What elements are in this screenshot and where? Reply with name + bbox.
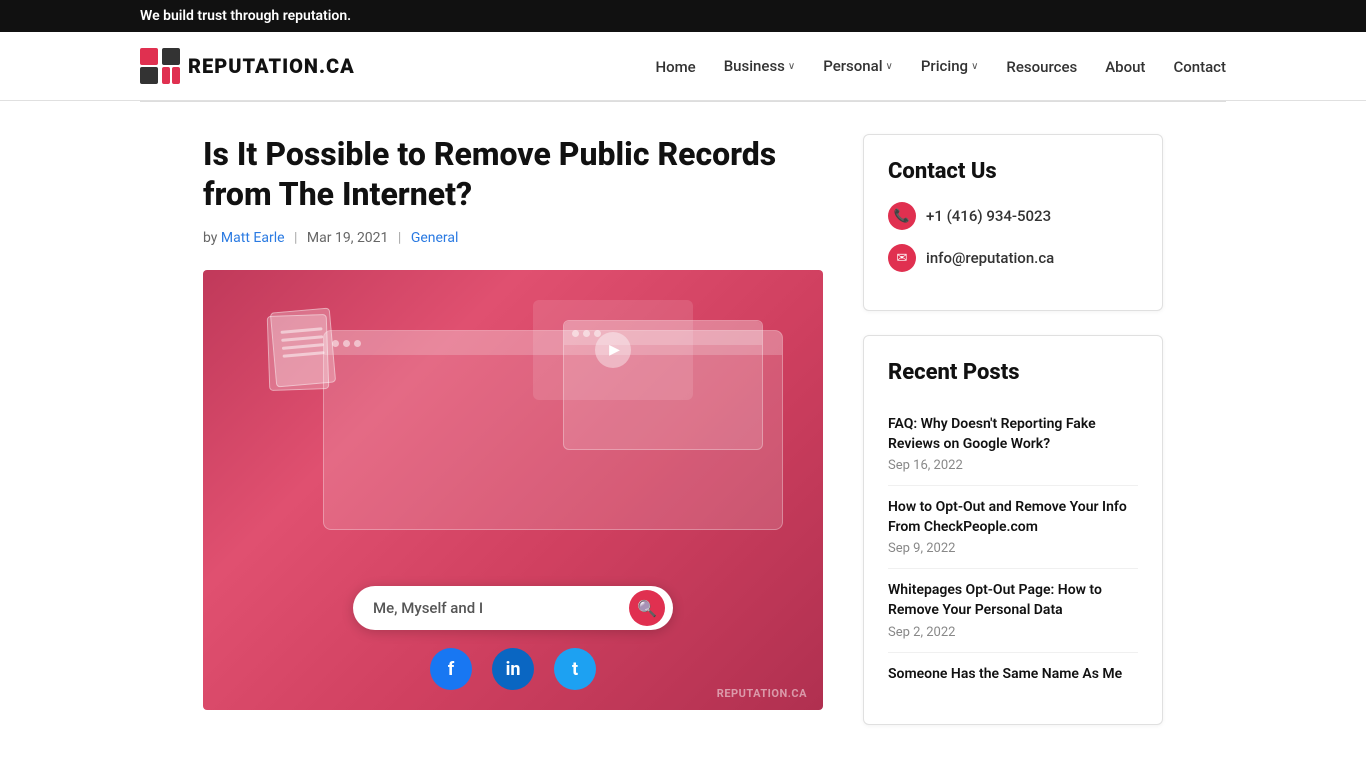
nav-item-pricing: Pricing ∨ — [921, 57, 979, 75]
illus-social: f in t — [430, 648, 596, 690]
recent-post-title[interactable]: FAQ: Why Doesn't Reporting Fake Reviews … — [888, 415, 1138, 454]
phone-icon: 📞 — [888, 202, 916, 230]
logo-text: REPUTATION.CA — [188, 54, 355, 78]
recent-post-item: Someone Has the Same Name As Me — [888, 653, 1138, 701]
browser-top-bar-main — [324, 331, 782, 355]
search-illustration-text: Me, Myself and I — [373, 599, 483, 617]
nav-item-business: Business ∨ — [724, 57, 796, 75]
sidebar: Contact Us 📞 +1 (416) 934-5023 ✉ info@re… — [863, 134, 1163, 749]
nav-dropdown-pricing: Pricing ∨ — [921, 57, 979, 75]
article-meta: by Matt Earle | Mar 19, 2021 | General — [203, 230, 823, 246]
contact-card-title: Contact Us — [888, 159, 1138, 184]
facebook-social-icon: f — [430, 648, 472, 690]
nav-link-business[interactable]: Business ∨ — [724, 57, 796, 75]
site-logo[interactable]: REPUTATION.CA — [140, 48, 355, 84]
page-content: Is It Possible to Remove Public Records … — [63, 102, 1303, 781]
site-header: REPUTATION.CA Home Business ∨ Personal ∨ Pr… — [0, 32, 1366, 101]
by-label: by — [203, 230, 217, 246]
chevron-down-icon: ∨ — [788, 61, 795, 72]
doc-sheet-2 — [267, 314, 330, 391]
recent-post-item: How to Opt-Out and Remove Your Info From… — [888, 486, 1138, 569]
recent-post-item: Whitepages Opt-Out Page: How to Remove Y… — [888, 569, 1138, 652]
contact-phone-item: 📞 +1 (416) 934-5023 — [888, 202, 1138, 230]
browser-dot — [332, 340, 339, 347]
nav-item-contact: Contact — [1173, 57, 1226, 76]
top-bar: We build trust through reputation. — [0, 0, 1366, 32]
contact-card: Contact Us 📞 +1 (416) 934-5023 ✉ info@re… — [863, 134, 1163, 311]
recent-post-title[interactable]: How to Opt-Out and Remove Your Info From… — [888, 498, 1138, 537]
article-title: Is It Possible to Remove Public Records … — [203, 134, 823, 214]
nav-link-pricing[interactable]: Pricing ∨ — [921, 57, 979, 75]
twitter-social-icon: t — [554, 648, 596, 690]
illus-browser-main — [323, 330, 783, 530]
nav-item-about: About — [1105, 57, 1145, 76]
contact-email[interactable]: info@reputation.ca — [926, 249, 1054, 267]
nav-item-home: Home — [655, 57, 695, 76]
featured-image-inner: ▶ — [203, 270, 823, 710]
recent-post-date: Sep 16, 2022 — [888, 458, 1138, 473]
recent-post-date: Sep 2, 2022 — [888, 625, 1138, 640]
recent-posts-card: Recent Posts FAQ: Why Doesn't Reporting … — [863, 335, 1163, 725]
nav-link-personal[interactable]: Personal ∨ — [823, 57, 893, 75]
recent-posts-list: FAQ: Why Doesn't Reporting Fake Reviews … — [888, 403, 1138, 700]
main-article: Is It Possible to Remove Public Records … — [203, 134, 823, 710]
meta-separator-2: | — [398, 230, 401, 246]
topbar-tagline: We build trust through reputation. — [140, 8, 351, 24]
chevron-down-icon: ∨ — [886, 61, 893, 72]
contact-phone[interactable]: +1 (416) 934-5023 — [926, 207, 1051, 225]
featured-image: ▶ — [203, 270, 823, 710]
meta-separator-1: | — [294, 230, 297, 246]
chevron-down-icon: ∨ — [971, 61, 978, 72]
logo-icon — [140, 48, 180, 84]
search-illustration-button: 🔍 — [629, 590, 665, 626]
nav-dropdown-business: Business ∨ — [724, 57, 796, 75]
image-watermark: REPUTATION.CA — [717, 687, 807, 700]
nav-item-resources: Resources — [1006, 57, 1077, 76]
illus-search-bar: Me, Myself and I 🔍 — [353, 586, 673, 630]
browser-dot — [354, 340, 361, 347]
recent-post-title[interactable]: Someone Has the Same Name As Me — [888, 665, 1138, 685]
recent-post-date: Sep 9, 2022 — [888, 541, 1138, 556]
main-nav: Home Business ∨ Personal ∨ Pricing ∨ Resourc… — [655, 57, 1226, 76]
nav-link-home[interactable]: Home — [655, 58, 695, 76]
article-date: Mar 19, 2021 — [307, 230, 389, 246]
author-link[interactable]: Matt Earle — [221, 230, 285, 246]
linkedin-social-icon: in — [492, 648, 534, 690]
recent-post-item: FAQ: Why Doesn't Reporting Fake Reviews … — [888, 403, 1138, 486]
nav-link-about[interactable]: About — [1105, 58, 1145, 76]
nav-link-contact[interactable]: Contact — [1173, 58, 1226, 76]
email-icon: ✉ — [888, 244, 916, 272]
browser-dot — [343, 340, 350, 347]
nav-dropdown-personal: Personal ∨ — [823, 57, 893, 75]
recent-posts-title: Recent Posts — [888, 360, 1138, 385]
recent-post-title[interactable]: Whitepages Opt-Out Page: How to Remove Y… — [888, 581, 1138, 620]
nav-link-resources[interactable]: Resources — [1006, 58, 1077, 76]
article-category[interactable]: General — [411, 230, 459, 246]
nav-item-personal: Personal ∨ — [823, 57, 893, 75]
contact-email-item: ✉ info@reputation.ca — [888, 244, 1138, 272]
